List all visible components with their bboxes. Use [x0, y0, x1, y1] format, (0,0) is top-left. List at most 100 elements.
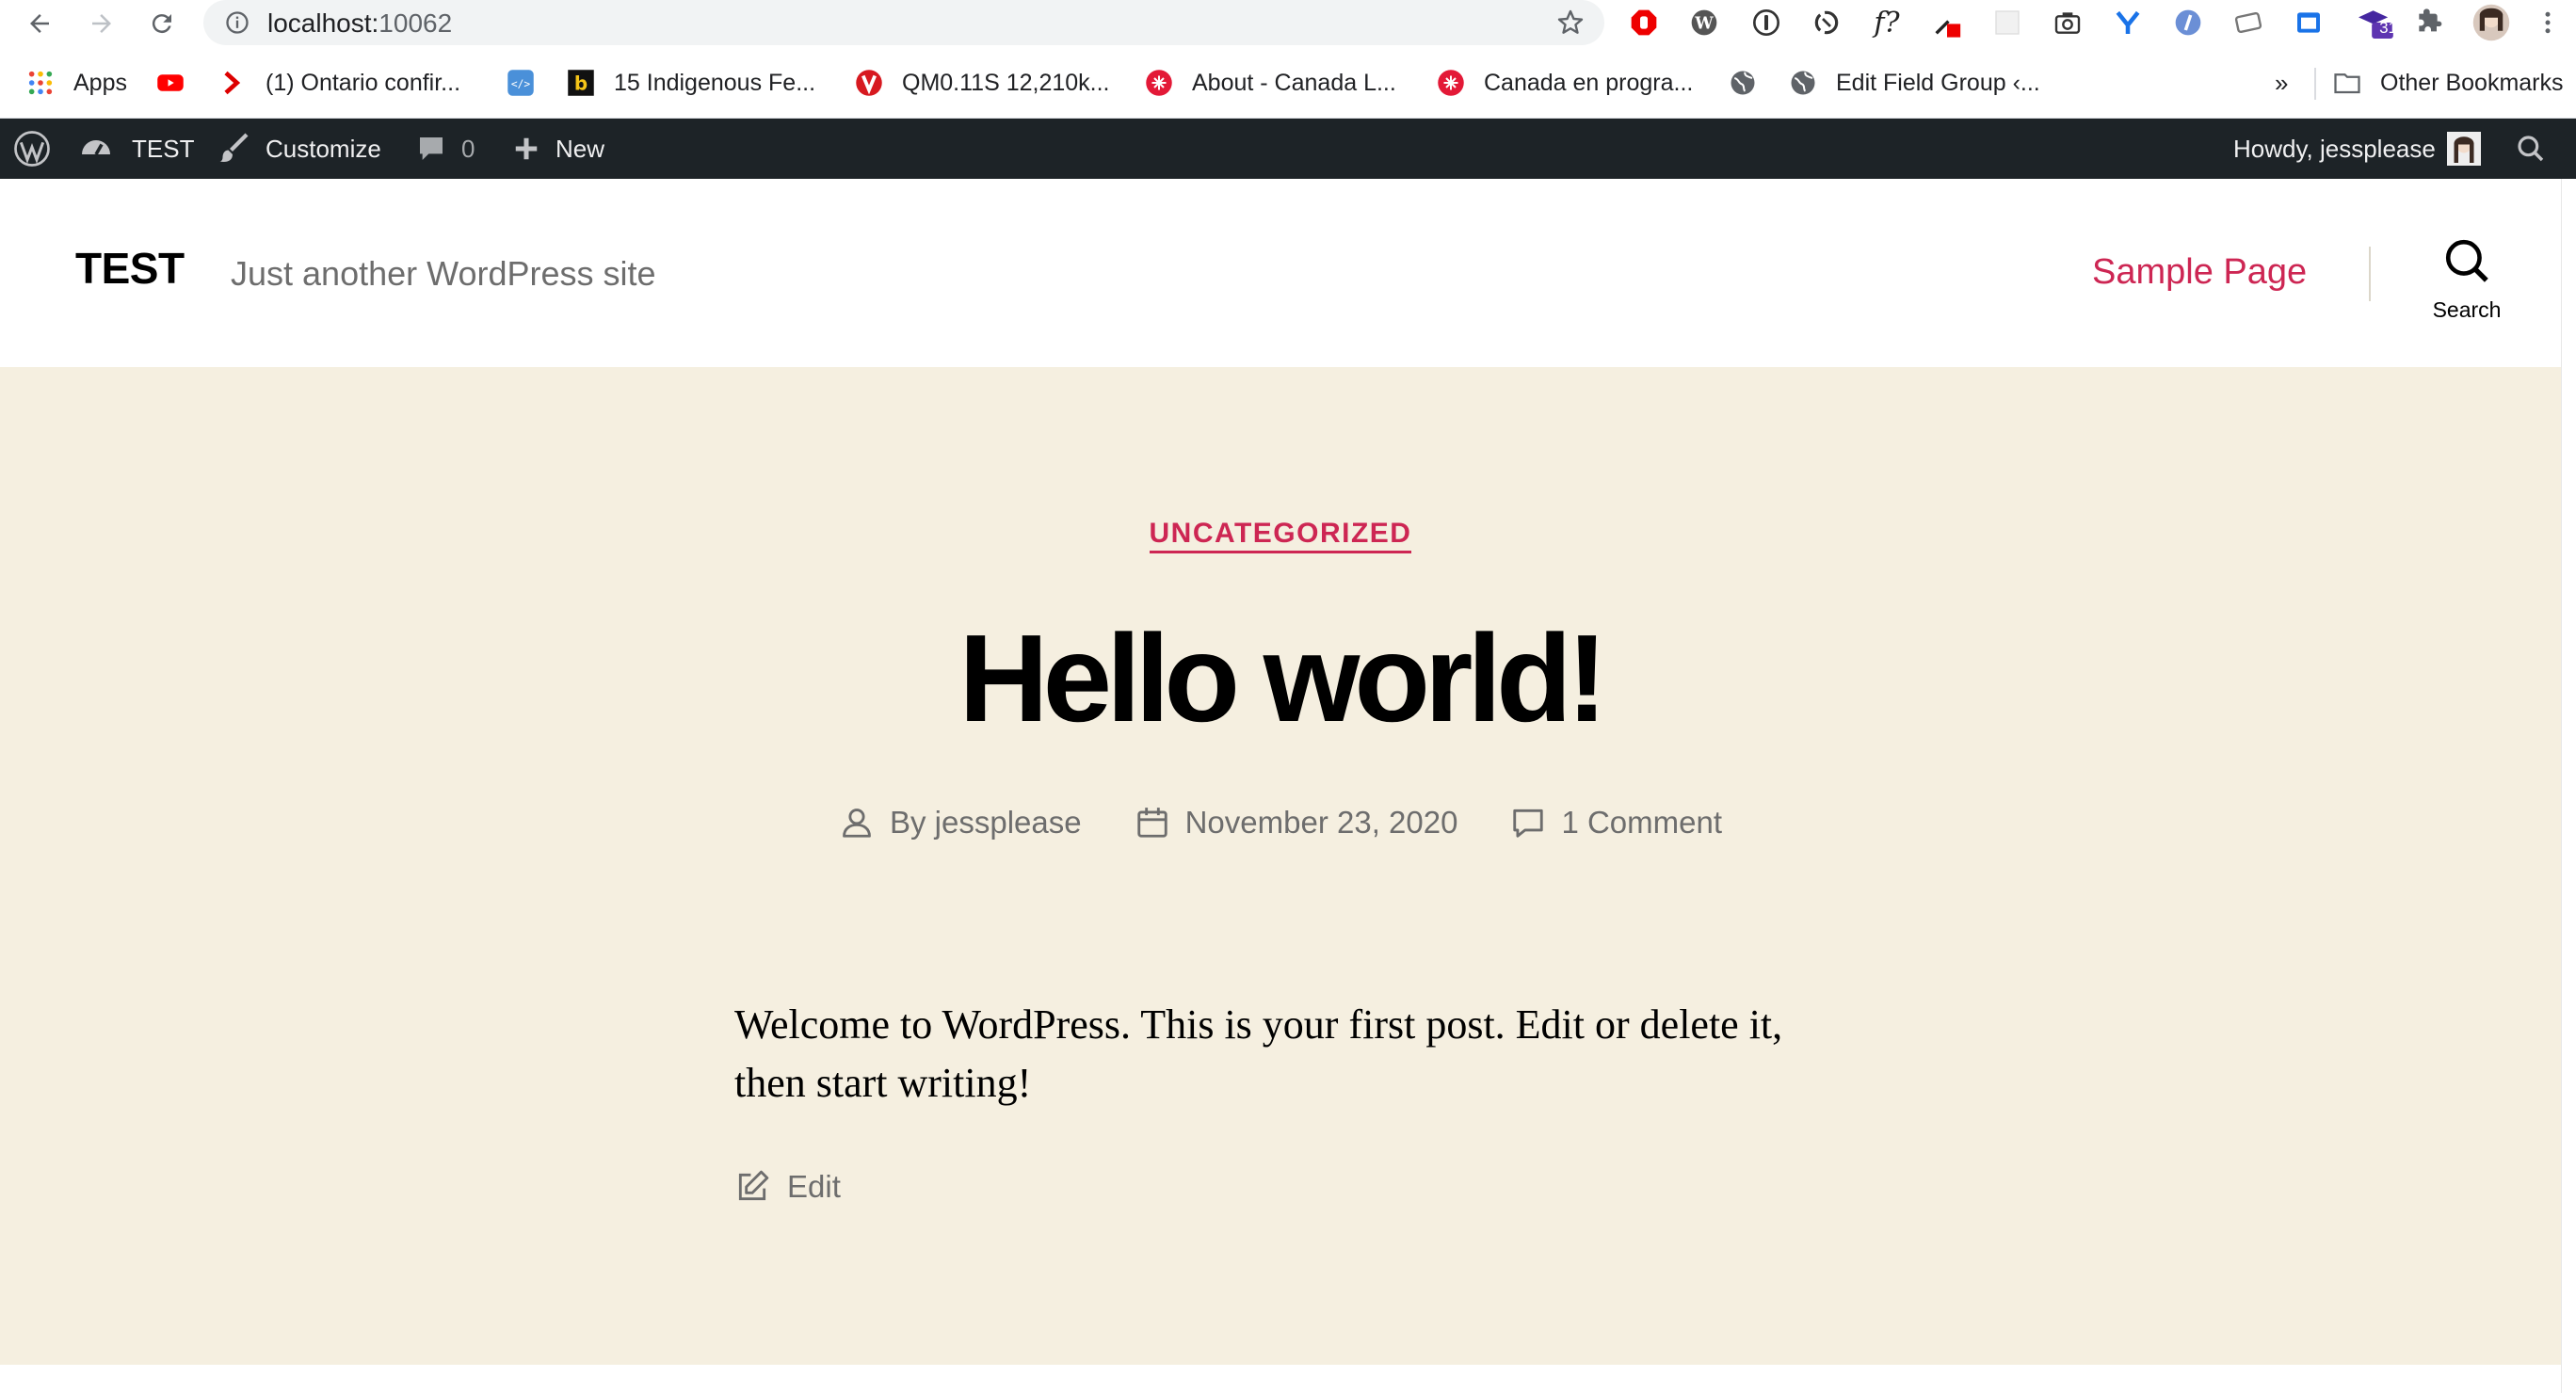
- post-author[interactable]: By jessplease: [839, 805, 1082, 841]
- post-body: Welcome to WordPress. This is your first…: [734, 1001, 1783, 1106]
- b-logo-icon: b: [567, 69, 595, 97]
- forward-button[interactable]: [83, 5, 121, 42]
- nav-sample-page[interactable]: Sample Page: [2092, 252, 2307, 293]
- post-comments[interactable]: 1 Comment: [1510, 805, 1722, 841]
- adminbar-comments-count: 0: [461, 134, 475, 163]
- wordpress-logo-icon: [14, 131, 50, 167]
- reload-button[interactable]: [143, 5, 181, 42]
- screenshot-icon[interactable]: [2051, 6, 2085, 40]
- bookmark-label: Edit Field Group ‹...: [1836, 69, 2040, 96]
- v-logo-icon: [855, 69, 883, 97]
- bookmark-apps[interactable]: Apps: [26, 64, 127, 102]
- bookmark-indigenous[interactable]: b 15 Indigenous Fe...: [567, 64, 815, 102]
- bookmark-canada-prog[interactable]: Canada en progra...: [1437, 64, 1693, 102]
- user-icon: [843, 809, 871, 838]
- arrow-left-icon: [30, 14, 49, 33]
- bookmark-label: About - Canada L...: [1192, 69, 1396, 96]
- bookmark-label: Apps: [73, 69, 127, 96]
- comment-bubble-icon: [420, 137, 443, 160]
- apps-grid-icon: [26, 69, 55, 97]
- search-icon: [2518, 136, 2544, 162]
- edit-label: Edit: [787, 1169, 841, 1204]
- globe-icon: [1789, 69, 1817, 97]
- globe-icon: [1729, 69, 1757, 97]
- footer-strip: [0, 1365, 2561, 1393]
- back-button[interactable]: [21, 5, 58, 42]
- chrome-menu-icon[interactable]: [2531, 6, 2565, 40]
- site-header: TEST Just another WordPress site Sample …: [0, 179, 2561, 367]
- profile-avatar[interactable]: [2471, 2, 2512, 43]
- site-tagline: Just another WordPress site: [231, 254, 656, 293]
- post-author-label: By jessplease: [889, 805, 1082, 840]
- post-comments-label: 1 Comment: [1561, 805, 1723, 840]
- adminbar-comments[interactable]: 0: [416, 119, 475, 179]
- ext-badge: 31: [2379, 19, 2397, 37]
- address-bar[interactable]: localhost:10062: [203, 0, 1604, 45]
- sync-ext-icon[interactable]: [1810, 6, 1843, 40]
- bookmark-code[interactable]: </>: [507, 64, 554, 102]
- bookmark-globe[interactable]: [1729, 64, 1776, 102]
- svg-text:W: W: [1694, 15, 1714, 34]
- color-picker-icon[interactable]: [1930, 6, 1964, 40]
- post-content-area: UNCATEGORIZED Hello world! By jessplease…: [0, 367, 2561, 1365]
- adminbar-site-label: TEST: [132, 134, 195, 163]
- svg-text:b: b: [574, 72, 588, 95]
- edit-pencil-icon: [738, 1170, 769, 1201]
- font-finder-icon[interactable]: f?: [1870, 6, 1904, 40]
- adminbar-new[interactable]: New: [512, 119, 604, 179]
- post-meta: By jessplease November 23, 2020 1 Commen…: [0, 805, 2561, 841]
- grid-ext-icon[interactable]: [1990, 6, 2024, 40]
- bookmark-label: Other Bookmarks: [2380, 69, 2564, 96]
- ext-y-icon[interactable]: [2111, 6, 2145, 40]
- calendar-icon: [1136, 808, 1167, 838]
- wp-logo-button[interactable]: [13, 119, 51, 179]
- ext-grad-icon[interactable]: 31: [2352, 6, 2397, 40]
- post-title: Hello world!: [958, 609, 1607, 747]
- adminbar-my-account[interactable]: Howdy, jessplease: [2233, 119, 2481, 179]
- site-title[interactable]: TEST: [75, 243, 185, 294]
- bookmark-ontario[interactable]: (1) Ontario confir...: [218, 64, 460, 102]
- bookmark-star-icon[interactable]: [1555, 8, 1586, 38]
- reload-icon: [152, 14, 171, 34]
- nav-divider: [2369, 247, 2371, 301]
- youtube-icon: [156, 69, 185, 97]
- ext-calendar-icon[interactable]: [2292, 6, 2326, 40]
- search-toggle-label: Search: [2432, 297, 2502, 322]
- wordpress-ext-icon[interactable]: W: [1687, 6, 1721, 40]
- bookmarks-divider: [2314, 68, 2316, 100]
- svg-text:</>: </>: [511, 78, 531, 90]
- edit-post-link[interactable]: Edit: [734, 1169, 841, 1205]
- password-manager-icon[interactable]: [1749, 6, 1783, 40]
- bookmark-qm[interactable]: QM0.11S 12,210k...: [855, 64, 1110, 102]
- adminbar-site-name[interactable]: TEST: [79, 119, 194, 179]
- plus-icon: [515, 137, 538, 160]
- bookmark-about-canada[interactable]: About - Canada L...: [1145, 64, 1396, 102]
- bookmark-youtube[interactable]: [156, 64, 203, 102]
- extensions-puzzle-icon[interactable]: [2412, 6, 2446, 40]
- dashboard-gauge-icon: [82, 140, 110, 155]
- ext-compass-icon[interactable]: [2171, 6, 2205, 40]
- search-toggle-button[interactable]: Search: [2420, 237, 2514, 331]
- bookmark-other[interactable]: Other Bookmarks: [2333, 64, 2564, 102]
- page-scrollbar[interactable]: [2561, 179, 2576, 1393]
- category-link[interactable]: UNCATEGORIZED: [1149, 518, 1412, 553]
- adminbar-customize[interactable]: Customize: [218, 119, 381, 179]
- post-date[interactable]: November 23, 2020: [1135, 805, 1457, 841]
- info-icon[interactable]: [224, 9, 250, 36]
- adblock-icon[interactable]: [1627, 6, 1661, 40]
- adminbar-search[interactable]: [2516, 119, 2546, 179]
- bookmark-label: (1) Ontario confir...: [266, 69, 461, 96]
- user-avatar: [2446, 132, 2481, 166]
- code-icon: </>: [507, 69, 535, 97]
- browser-toolbar: localhost:10062 W f? 31: [0, 0, 2576, 47]
- bookmarks-overflow[interactable]: »: [2275, 64, 2288, 102]
- post-category: UNCATEGORIZED: [0, 518, 2561, 553]
- adminbar-customize-label: Customize: [266, 134, 381, 163]
- ext-checklist-icon[interactable]: [2231, 6, 2265, 40]
- bookmark-label: Canada en progra...: [1484, 69, 1694, 96]
- bookmark-edit-field-group[interactable]: Edit Field Group ‹...: [1789, 64, 2040, 102]
- comment-icon: [1513, 809, 1544, 838]
- adminbar-howdy-label: Howdy, jessplease: [2233, 134, 2436, 163]
- search-icon: [2445, 239, 2488, 282]
- canada-logo-icon: [1437, 69, 1465, 97]
